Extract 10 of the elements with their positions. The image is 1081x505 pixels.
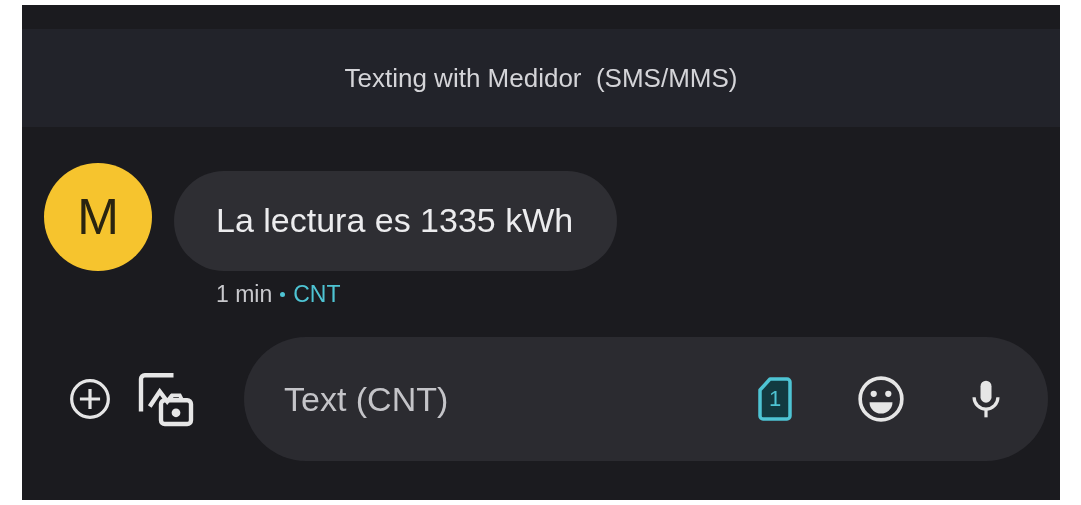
contact-avatar[interactable]: M xyxy=(44,163,152,271)
message-time: 1 min xyxy=(216,281,273,308)
message-bubble[interactable]: La lectura es 1335 kWh xyxy=(174,171,618,271)
add-icon[interactable] xyxy=(68,377,112,421)
conversation-title: Texting with Medidor (SMS/MMS) xyxy=(344,62,738,94)
emoji-icon[interactable] xyxy=(856,374,906,424)
separator-dot xyxy=(280,292,286,297)
sim-label: CNT xyxy=(293,281,341,308)
sim-card-icon[interactable]: 1 xyxy=(758,376,792,422)
message-input-field[interactable]: Text (CNT) 1 xyxy=(244,337,1048,461)
